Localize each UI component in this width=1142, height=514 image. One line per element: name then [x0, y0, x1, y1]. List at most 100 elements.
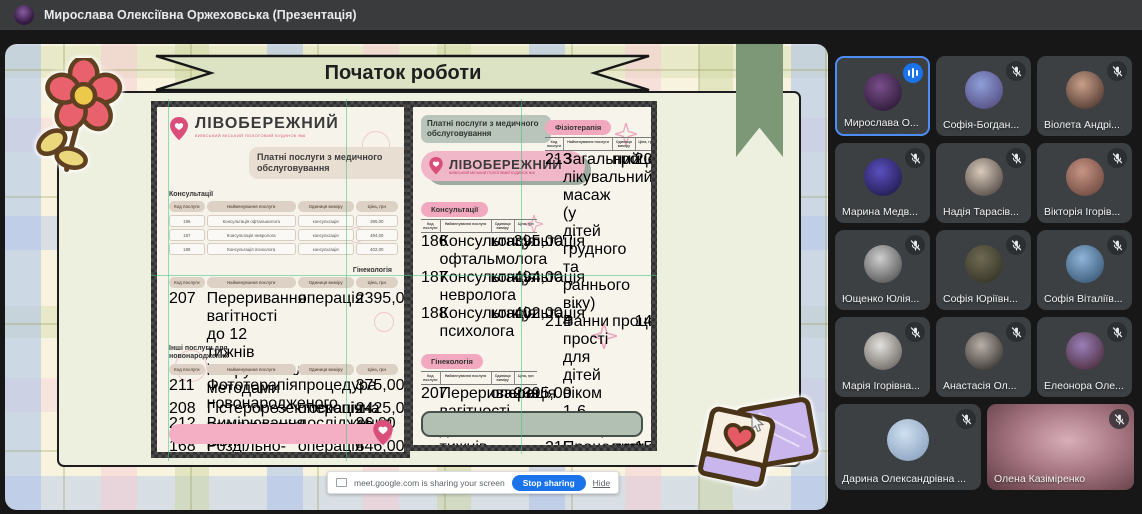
participant-tile[interactable]: Марина Медв... [835, 143, 930, 223]
cell-service: Консультація невролога [207, 229, 296, 241]
cell-code: 186 [421, 233, 440, 269]
stop-sharing-button[interactable]: Stop sharing [512, 475, 586, 491]
participant-tile[interactable]: Ющенко Юлія... [835, 230, 930, 310]
presentation-title-bar: Мирослава Олексіївна Оржеховська (Презен… [0, 0, 1142, 30]
avatar [887, 419, 929, 461]
table-row: 188 Консультація психолога консультація … [169, 243, 392, 255]
section-physiotherapy: Фізіотерапія Код послуги Найменування по… [545, 117, 651, 445]
col-header: Найменування послуги [207, 364, 296, 375]
cell-price: 494,00 [356, 229, 398, 241]
cell-unit: процедура [612, 439, 634, 445]
table-row: 211 Фототерапія новонародженого процедур… [169, 377, 392, 413]
speaking-indicator-icon [903, 63, 923, 83]
clinic-name: ЛІВОБЕРЕЖНИЙ [195, 115, 339, 132]
flower-sticker [21, 58, 135, 174]
screen-share-notification: meet.google.com is sharing your screen S… [327, 471, 619, 494]
col-header: Код послуги [169, 364, 205, 375]
guide-line [521, 99, 522, 454]
cell-code: 213 [545, 151, 563, 313]
avatar [864, 245, 902, 283]
col-header: Код послуги [169, 277, 205, 288]
col-header: Ціна, грн [356, 201, 398, 212]
col-header: Найменування послуги [440, 220, 491, 233]
col-header: Ціна, грн [356, 364, 398, 375]
participant-tile[interactable]: Софія-Богдан... [936, 56, 1031, 136]
col-header: Найменування послуги [440, 372, 491, 385]
participant-tile[interactable]: Мирослава О... [835, 56, 930, 136]
cell-service: Консультація психолога [207, 243, 296, 255]
cell-price: 395,00 [514, 233, 537, 269]
col-header: Ціна, грн [356, 277, 398, 288]
shared-screen: Початок роботи [5, 44, 828, 510]
participant-name: Олена Казіміренко [994, 473, 1085, 485]
section-name: Інші послуги для новонароджених [169, 345, 259, 361]
participant-name: Елеонора Оле... [1044, 380, 1124, 392]
guide-line [151, 275, 657, 276]
cell-code: 188 [169, 243, 205, 255]
participant-tile[interactable]: Софія Віталіїв... [1037, 230, 1132, 310]
participant-grid: Мирослава О... Софія-Богдан... [835, 56, 1137, 490]
cell-service: Консультація психолога [440, 305, 491, 341]
cell-service: Загальний лікувальний масаж (у дітей гру… [563, 151, 612, 313]
mic-muted-icon [1107, 61, 1127, 81]
participant-name: Софія-Богдан... [943, 119, 1019, 131]
clinic-logo: ЛІВОБЕРЕЖНИЙ КИЇВСЬКИЙ МІСЬКИЙ ПОЛОГОВИЙ… [167, 115, 339, 143]
meet-presentation-window: Мирослава Олексіївна Оржеховська (Презен… [0, 0, 1142, 514]
presentation-title: Мирослава Олексіївна Оржеховська (Презен… [44, 8, 357, 22]
col-header: Ціна, грн [514, 372, 537, 385]
participant-tile[interactable]: Дарина Олександрівна ... [835, 404, 981, 490]
col-header: Код послуги [421, 372, 440, 385]
cell-service: Консультація офтальмолога [207, 215, 296, 227]
cell-price: 200,00 [635, 151, 651, 313]
mic-muted-icon [1006, 61, 1026, 81]
participant-tile[interactable]: Софія Юріївн... [936, 230, 1031, 310]
cell-unit: консультація [491, 233, 514, 269]
participant-name: Софія Віталіїв... [1044, 293, 1123, 305]
avatar [965, 71, 1003, 109]
cell-code: 188 [421, 305, 440, 341]
mic-muted-icon [1107, 322, 1127, 342]
avatar [864, 332, 902, 370]
screen-share-icon [336, 478, 347, 487]
participant-name: Софія Юріївн... [943, 293, 1018, 305]
clinic-subtitle: КИЇВСЬКИЙ МІСЬКИЙ ПОЛОГОВИЙ БУДИНОК №6 [195, 133, 339, 138]
section-consultations: Консультації Код послуги Найменування по… [421, 199, 537, 341]
col-header: Одиниця виміру [491, 372, 514, 385]
col-header: Найменування послуги [207, 201, 296, 212]
participant-tile[interactable]: Вікторія Ігорів... [1037, 143, 1132, 223]
participant-tile[interactable]: Олена Казіміренко [987, 404, 1134, 490]
participant-tile[interactable]: Марія Ігорівна... [835, 317, 930, 397]
cell-price: 395,00 [356, 215, 398, 227]
cell-price: 151,00 [635, 439, 651, 445]
price-list-document-2: Платні послуги з медичного обслуговуванн… [413, 107, 651, 445]
col-header: Найменування послуги [207, 277, 296, 288]
avatar [965, 245, 1003, 283]
cell-service: Процедури лікувальної гімнастики для діт… [563, 439, 612, 445]
participant-tile[interactable]: Віолета Андрі... [1037, 56, 1132, 136]
table-row: 215 Процедури лікувальної гімнастики для… [545, 439, 651, 445]
cell-unit: консультація [491, 305, 514, 341]
mouse-cursor [751, 414, 765, 434]
hide-link[interactable]: Hide [593, 478, 610, 488]
participant-name: Дарина Олександрівна ... [842, 473, 966, 485]
participant-tile[interactable]: Анастасія Ол... [936, 317, 1031, 397]
section-name: Консультації [421, 202, 488, 217]
participant-tile[interactable]: Елеонора Оле... [1037, 317, 1132, 397]
section-name: Гінекологія [169, 267, 392, 274]
cell-code: 215 [545, 439, 563, 445]
cell-service: Фототерапія новонародженого [207, 377, 296, 413]
participant-name: Вікторія Ігорів... [1044, 206, 1120, 218]
participant-name: Надія Тарасів... [943, 206, 1019, 218]
section-name: Консультації [169, 191, 392, 198]
participant-tile[interactable]: Надія Тарасів... [936, 143, 1031, 223]
slide-title: Початок роботи [153, 53, 653, 93]
avatar [1066, 158, 1104, 196]
cell-code: 187 [169, 229, 205, 241]
participant-name: Мирослава О... [844, 117, 919, 129]
avatar [965, 158, 1003, 196]
heart-pin-icon [427, 155, 445, 177]
mic-muted-icon [905, 148, 925, 168]
document-selection-frame: ЛІВОБЕРЕЖНИЙ КИЇВСЬКИЙ МІСЬКИЙ ПОЛОГОВИЙ… [151, 101, 410, 458]
doc2-footer-bar [421, 411, 643, 437]
col-header: Одиниця виміру [491, 220, 514, 233]
